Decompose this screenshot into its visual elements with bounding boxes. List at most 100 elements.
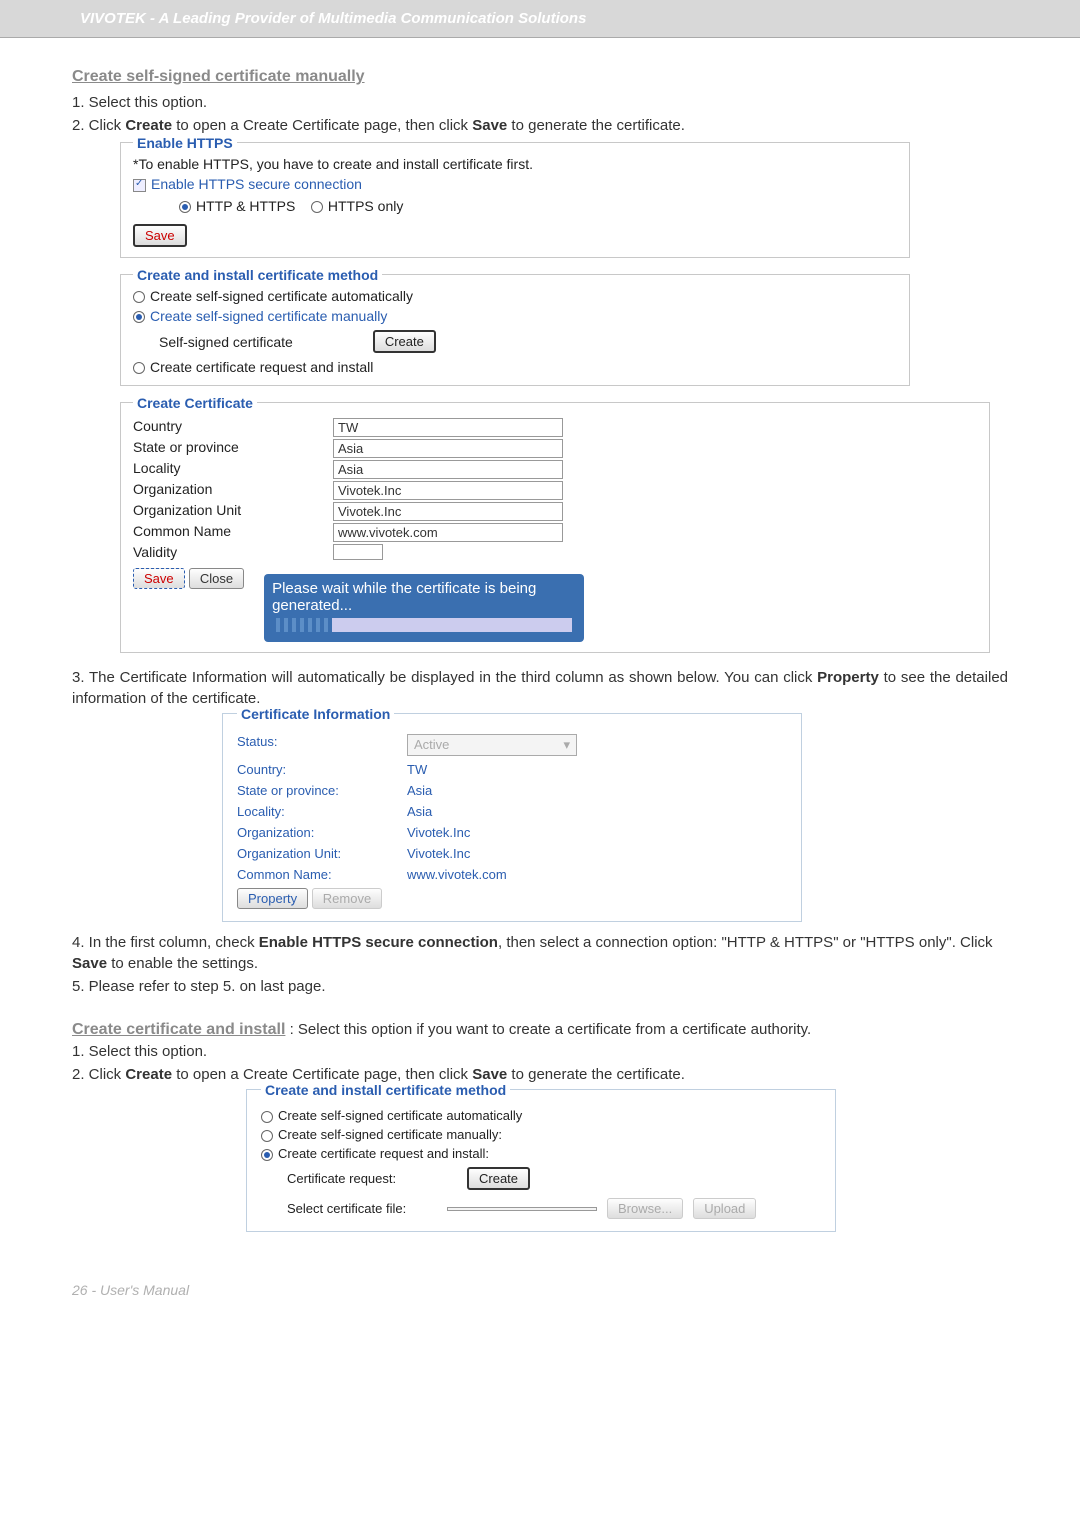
country-label: Country <box>133 418 333 437</box>
s2-step2-a: 2. Click <box>72 1066 125 1083</box>
m2-auto-label: Create self-signed certificate automatic… <box>278 1108 522 1123</box>
validity-input[interactable] <box>333 544 383 560</box>
chevron-down-icon: ▾ <box>563 737 570 753</box>
remove-button[interactable]: Remove <box>312 888 382 909</box>
install-method-legend: Create and install certificate method <box>133 267 382 283</box>
orgunit-input[interactable]: Vivotek.Inc <box>333 502 563 521</box>
s2-step2-d: Save <box>472 1066 507 1083</box>
ci-org-v: Vivotek.Inc <box>407 825 470 840</box>
enable-https-legend: Enable HTTPS <box>133 135 237 151</box>
s2-step2-c: to open a Create Certificate page, then … <box>172 1066 472 1083</box>
radio-manual-cert[interactable] <box>133 311 145 323</box>
orgunit-label: Organization Unit <box>133 502 333 521</box>
m2-req-label: Certificate request: <box>287 1171 437 1186</box>
sec2-step-2: 2. Click Create to open a Create Certifi… <box>72 1064 1008 1085</box>
state-input[interactable]: Asia <box>333 439 563 458</box>
save-button[interactable]: Save <box>133 224 187 247</box>
m2-file-input[interactable] <box>447 1207 597 1211</box>
cert-info-panel: Certificate Information Status: Active▾ … <box>222 713 802 922</box>
m2-manual-label: Create self-signed certificate manually: <box>278 1127 502 1142</box>
cn-label: Common Name <box>133 523 333 542</box>
enable-https-checkbox[interactable] <box>133 179 146 192</box>
radio-request-install[interactable] <box>133 362 145 374</box>
ci-state-v: Asia <box>407 783 432 798</box>
create-certificate-panel: Create Certificate CountryTW State or pr… <box>120 402 990 653</box>
step-5: 5. Please refer to step 5. on last page. <box>72 976 1008 997</box>
step-1: 1. Select this option. <box>72 92 1008 113</box>
step-2: 2. Click Create to open a Create Certifi… <box>72 115 1008 136</box>
ci-country-l: Country: <box>237 762 407 777</box>
ci-status-select[interactable]: Active ▾ <box>407 734 577 756</box>
ci-org-l: Organization: <box>237 825 407 840</box>
progress-bar <box>272 618 572 632</box>
section2-desc: : Select this option if you want to crea… <box>285 1021 811 1038</box>
m2-radio-auto[interactable] <box>261 1111 273 1123</box>
ci-orgunit-l: Organization Unit: <box>237 846 407 861</box>
locality-label: Locality <box>133 460 333 479</box>
cn-input[interactable]: www.vivotek.com <box>333 523 563 542</box>
ci-cn-v: www.vivotek.com <box>407 867 507 882</box>
ci-orgunit-v: Vivotek.Inc <box>407 846 470 861</box>
save-cert-button[interactable]: Save <box>133 568 185 589</box>
radio-auto-label: Create self-signed certificate automatic… <box>150 288 413 304</box>
m2-create-button[interactable]: Create <box>467 1167 530 1190</box>
step-4: 4. In the first column, check Enable HTT… <box>72 932 1008 974</box>
section-title-install: Create certificate and install <box>72 1021 285 1038</box>
step2-save: Save <box>472 117 507 134</box>
toast-text: Please wait while the certificate is bei… <box>272 580 536 614</box>
radio-https-only-label: HTTPS only <box>328 198 403 214</box>
self-signed-label: Self-signed certificate <box>159 334 293 350</box>
create-cert-legend: Create Certificate <box>133 395 257 411</box>
radio-request-label: Create certificate request and install <box>150 359 373 375</box>
enable-https-checkbox-label: Enable HTTPS secure connection <box>151 176 362 192</box>
section-2: Create certificate and install : Select … <box>72 1021 1008 1039</box>
section-title-manual: Create self-signed certificate manually <box>72 68 1008 86</box>
close-cert-button[interactable]: Close <box>189 568 244 589</box>
m2-radio-manual[interactable] <box>261 1130 273 1142</box>
install-method-panel-2: Create and install certificate method Cr… <box>246 1089 836 1232</box>
method2-legend: Create and install certificate method <box>261 1082 510 1098</box>
install-method-panel: Create and install certificate method Cr… <box>120 274 910 386</box>
radio-auto-cert[interactable] <box>133 291 145 303</box>
ci-country-v: TW <box>407 762 427 777</box>
validity-label: Validity <box>133 544 333 560</box>
enable-https-panel: Enable HTTPS *To enable HTTPS, you have … <box>120 142 910 258</box>
step2-text-e: to generate the certificate. <box>507 117 685 134</box>
page-content: Create self-signed certificate manually … <box>0 38 1080 1262</box>
org-label: Organization <box>133 481 333 500</box>
upload-button[interactable]: Upload <box>693 1198 756 1219</box>
ci-cn-l: Common Name: <box>237 867 407 882</box>
cert-info-legend: Certificate Information <box>237 706 394 722</box>
m2-radio-request[interactable] <box>261 1149 273 1161</box>
browse-button[interactable]: Browse... <box>607 1198 683 1219</box>
locality-input[interactable]: Asia <box>333 460 563 479</box>
page-footer: 26 - User's Manual <box>0 1262 1080 1310</box>
m2-file-label: Select certificate file: <box>287 1201 437 1216</box>
m2-request-label: Create certificate request and install: <box>278 1146 489 1161</box>
ci-status-l: Status: <box>237 734 407 756</box>
step2-text-c: to open a Create Certificate page, then … <box>172 117 472 134</box>
step2-text-a: 2. Click <box>72 117 125 134</box>
step2-create: Create <box>125 117 172 134</box>
radio-https-only[interactable] <box>311 201 323 213</box>
https-mode-row: HTTP & HTTPS HTTPS only <box>179 198 899 214</box>
ci-status-v: Active <box>414 737 449 753</box>
enable-https-note: *To enable HTTPS, you have to create and… <box>133 156 899 172</box>
property-button[interactable]: Property <box>237 888 308 909</box>
radio-http-and-https[interactable] <box>179 201 191 213</box>
ci-locality-v: Asia <box>407 804 432 819</box>
radio-manual-label: Create self-signed certificate manually <box>150 308 387 324</box>
s2-step2-e: to generate the certificate. <box>507 1066 685 1083</box>
generating-toast: Please wait while the certificate is bei… <box>264 574 584 642</box>
sec2-step-1: 1. Select this option. <box>72 1041 1008 1062</box>
state-label: State or province <box>133 439 333 458</box>
ci-state-l: State or province: <box>237 783 407 798</box>
org-input[interactable]: Vivotek.Inc <box>333 481 563 500</box>
country-input[interactable]: TW <box>333 418 563 437</box>
step-3-para: 3. The Certificate Information will auto… <box>72 667 1008 709</box>
page-header: VIVOTEK - A Leading Provider of Multimed… <box>0 0 1080 38</box>
ci-locality-l: Locality: <box>237 804 407 819</box>
s2-step2-b: Create <box>125 1066 172 1083</box>
create-button[interactable]: Create <box>373 330 436 353</box>
radio-http-https-label: HTTP & HTTPS <box>196 198 295 214</box>
